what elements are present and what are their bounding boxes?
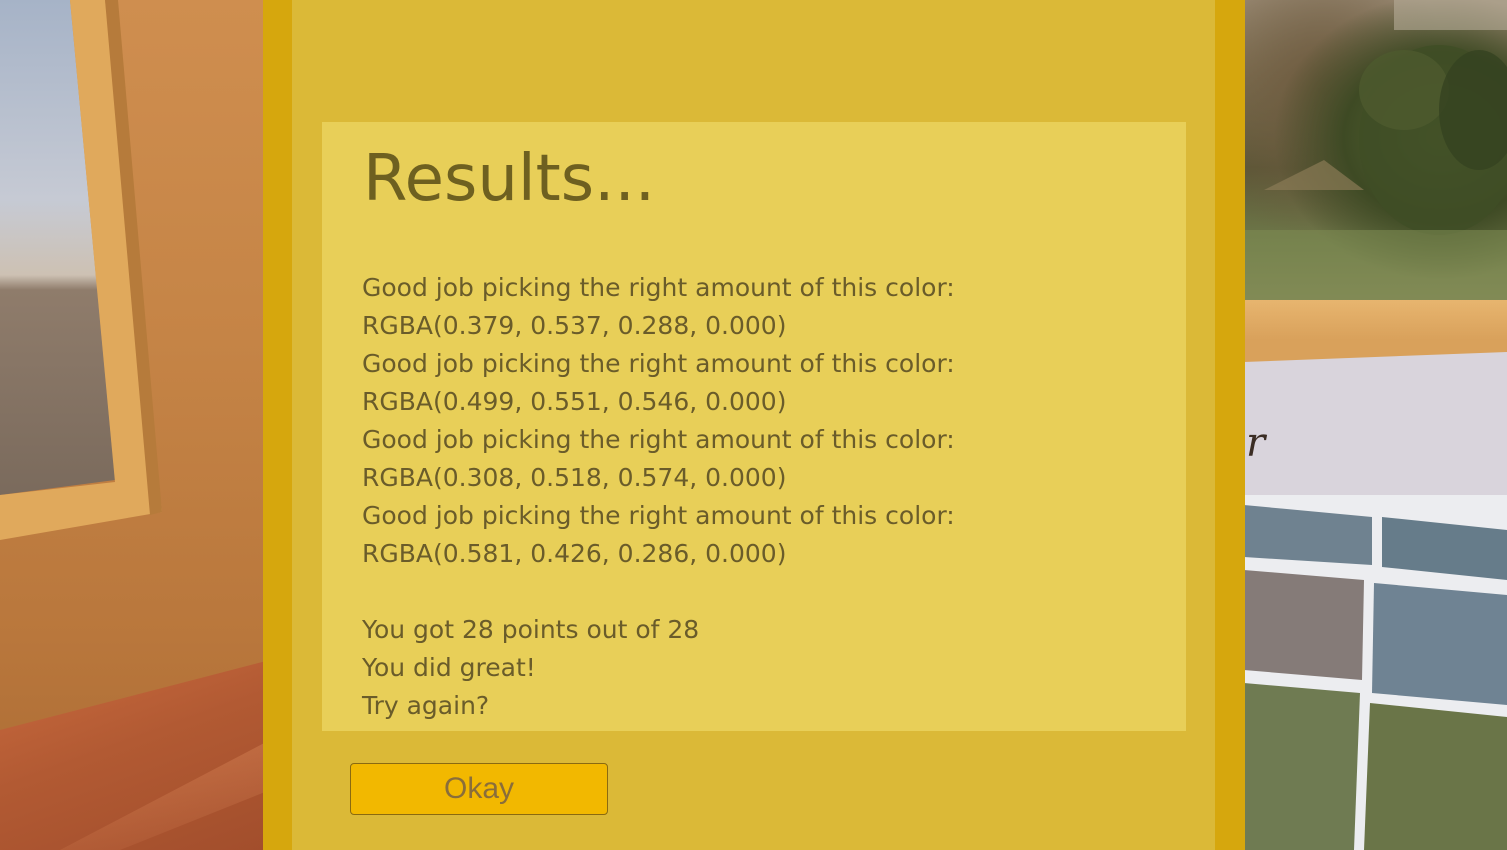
painting-detail bbox=[1244, 0, 1507, 305]
landscape-painting bbox=[1244, 0, 1507, 305]
result-message: Good job picking the right amount of thi… bbox=[362, 425, 955, 454]
try-again-prompt: Try again? bbox=[362, 691, 490, 720]
color-grid bbox=[1244, 495, 1507, 850]
result-color: RGBA(0.379, 0.537, 0.288, 0.000) bbox=[362, 311, 787, 340]
okay-button-label: Okay bbox=[443, 772, 515, 805]
dialog-title: Results... bbox=[363, 142, 656, 216]
result-color: RGBA(0.308, 0.518, 0.574, 0.000) bbox=[362, 463, 787, 492]
okay-button[interactable]: Okay bbox=[350, 763, 608, 815]
results-text: Good job picking the right amount of thi… bbox=[362, 269, 955, 725]
result-message: Good job picking the right amount of thi… bbox=[362, 349, 955, 378]
color-grid-cells bbox=[1244, 505, 1507, 850]
board-heading: r bbox=[1246, 420, 1266, 466]
feedback-text: You did great! bbox=[362, 653, 536, 682]
score-text: You got 28 points out of 28 bbox=[362, 615, 700, 644]
result-color: RGBA(0.499, 0.551, 0.546, 0.000) bbox=[362, 387, 787, 416]
painting-frame bbox=[1244, 300, 1507, 340]
result-message: Good job picking the right amount of thi… bbox=[362, 501, 955, 530]
result-color: RGBA(0.581, 0.426, 0.286, 0.000) bbox=[362, 539, 787, 568]
result-message: Good job picking the right amount of thi… bbox=[362, 273, 955, 302]
